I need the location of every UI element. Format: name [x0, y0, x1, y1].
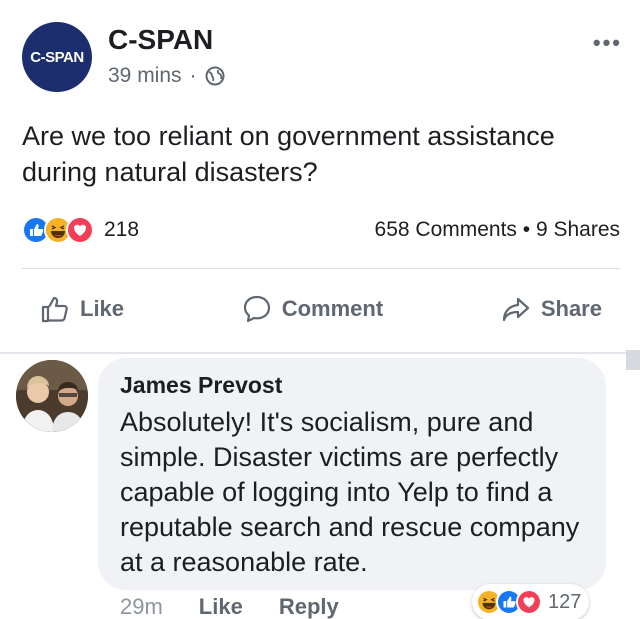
comment-reaction-count: 127: [548, 590, 582, 613]
post-text: Are we too reliant on government assista…: [22, 121, 555, 187]
reaction-summary[interactable]: 218: [22, 216, 139, 244]
comments-shares-count[interactable]: 658 Comments • 9 Shares: [375, 218, 620, 242]
post-meta: 39 mins ·: [108, 64, 225, 88]
share-button[interactable]: Share: [483, 294, 620, 324]
section-divider: [0, 352, 640, 354]
page-name[interactable]: C-SPAN: [108, 24, 213, 56]
divider: [22, 268, 620, 269]
post-stats: 218 658 Comments • 9 Shares: [22, 216, 620, 248]
love-reaction-icon: [66, 216, 94, 244]
comment-label: Comment: [281, 296, 384, 321]
reaction-count[interactable]: 218: [104, 218, 139, 242]
comment-actions: 29m Like Reply: [120, 594, 339, 619]
commenter-avatar[interactable]: [16, 360, 88, 432]
comment-text: Absolutely! It's socialism, pure and sim…: [120, 407, 580, 577]
comment-icon: [243, 295, 270, 323]
comment-bubble: James Prevost Absolutely! It's socialism…: [98, 358, 606, 590]
post-time[interactable]: 39 mins: [108, 64, 182, 88]
page-avatar[interactable]: C-SPAN: [22, 22, 92, 92]
scrollbar-thumb[interactable]: [626, 350, 640, 370]
comment-like-button[interactable]: Like: [199, 594, 243, 619]
thumbs-up-icon: [41, 296, 68, 323]
post-header: C-SPAN C-SPAN 39 mins · •••: [22, 22, 622, 94]
like-button[interactable]: Like: [22, 294, 142, 324]
comment-time[interactable]: 29m: [120, 594, 163, 619]
meta-separator: ·: [189, 64, 197, 87]
share-label: Share: [540, 296, 602, 321]
love-reaction-icon: [516, 589, 542, 615]
comment-author[interactable]: James Prevost: [120, 372, 584, 399]
comment-reaction-summary[interactable]: 127: [472, 584, 590, 619]
share-icon: [502, 297, 529, 322]
post-actions: Like Comment Share: [22, 284, 620, 334]
comment-reply-button[interactable]: Reply: [279, 594, 339, 619]
more-options-icon[interactable]: •••: [593, 30, 622, 56]
like-label: Like: [80, 296, 125, 321]
comment-button[interactable]: Comment: [224, 294, 401, 324]
globe-icon: [205, 66, 225, 86]
